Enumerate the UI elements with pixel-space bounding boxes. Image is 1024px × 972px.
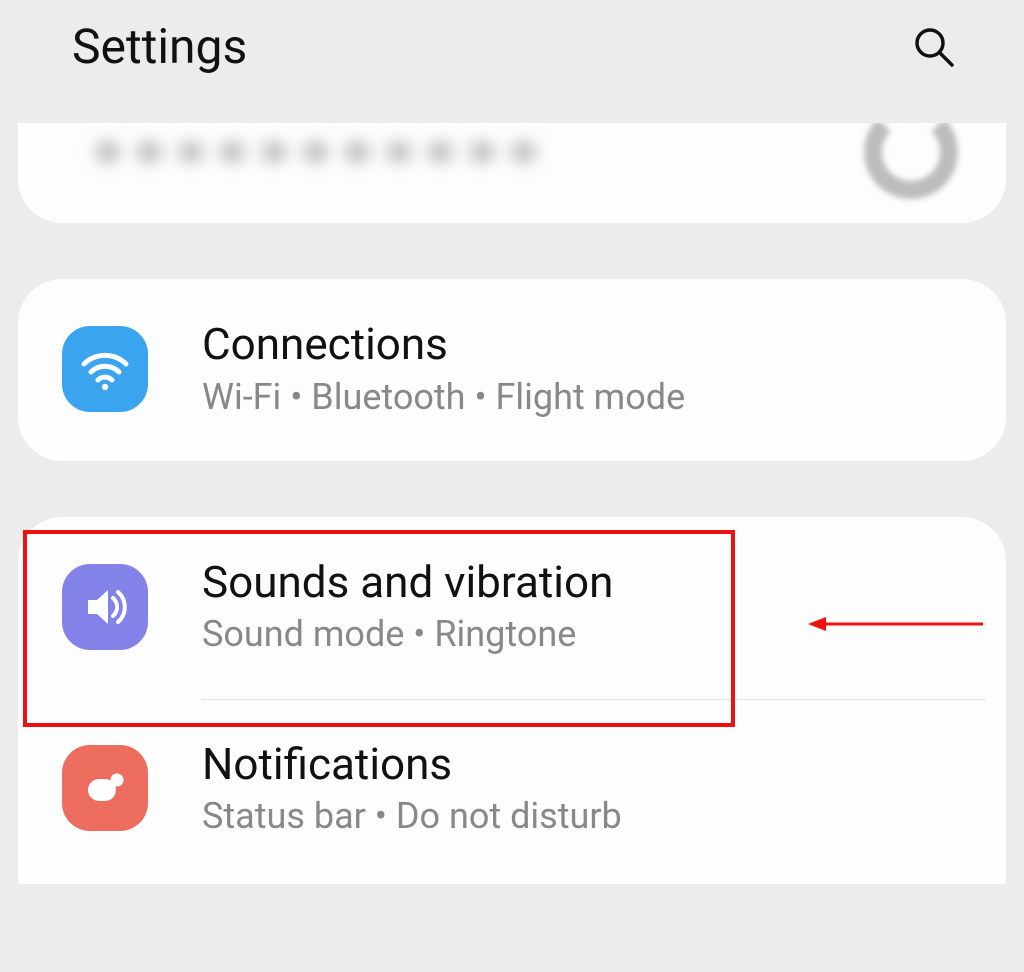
settings-header: Settings bbox=[0, 0, 1024, 93]
connections-title: Connections bbox=[202, 319, 976, 370]
speaker-icon bbox=[62, 564, 148, 650]
account-card[interactable] bbox=[18, 123, 1006, 223]
search-icon bbox=[912, 25, 956, 69]
wifi-icon bbox=[62, 326, 148, 412]
notifications-row[interactable]: Notifications Status bar • Do not distur… bbox=[18, 699, 1006, 881]
page-title: Settings bbox=[72, 18, 247, 75]
account-email-blurred bbox=[66, 126, 586, 178]
connections-row[interactable]: Connections Wi-Fi • Bluetooth • Flight m… bbox=[18, 279, 1006, 461]
connections-card: Connections Wi-Fi • Bluetooth • Flight m… bbox=[18, 279, 1006, 461]
sync-spinner-icon bbox=[864, 123, 958, 199]
connections-subtitle: Wi-Fi • Bluetooth • Flight mode bbox=[202, 376, 976, 419]
notifications-title: Notifications bbox=[202, 739, 976, 790]
sounds-and-vibration-row[interactable]: Sounds and vibration Sound mode • Ringto… bbox=[18, 517, 1006, 699]
search-button[interactable] bbox=[906, 19, 962, 75]
sounds-title: Sounds and vibration bbox=[202, 557, 976, 608]
notifications-subtitle: Status bar • Do not disturb bbox=[202, 795, 976, 838]
notification-badge-icon bbox=[62, 745, 148, 831]
sounds-subtitle: Sound mode • Ringtone bbox=[202, 613, 976, 656]
sound-notif-card: Sounds and vibration Sound mode • Ringto… bbox=[18, 517, 1006, 885]
